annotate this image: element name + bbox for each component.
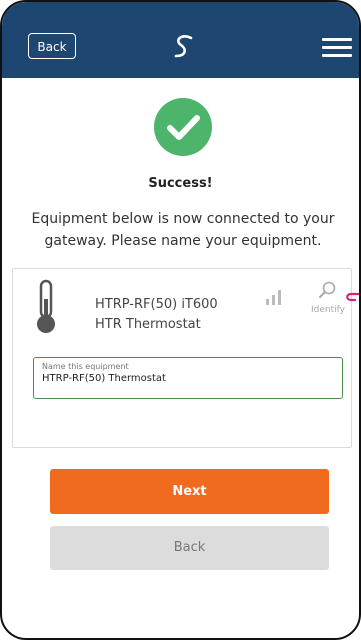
- hamburger-menu-icon[interactable]: [322, 38, 352, 57]
- thermometer-icon: [35, 279, 57, 341]
- app-header: Back: [2, 2, 359, 78]
- checkmark-circle-icon: [154, 98, 212, 156]
- next-button[interactable]: Next: [50, 469, 329, 514]
- equipment-name: HTRP-RF(50) iT600 HTR Thermostat: [95, 295, 218, 335]
- name-field-label: Name this equipment: [42, 362, 129, 371]
- phone-frame: Back Success! Equipment below is now con…: [0, 0, 361, 640]
- equipment-name-field[interactable]: Name this equipment HTRP-RF(50) Thermost…: [33, 357, 343, 399]
- salus-logo-icon: [172, 34, 196, 64]
- equipment-model: HTRP-RF(50) iT600: [95, 297, 218, 312]
- back-button[interactable]: Back: [50, 526, 329, 570]
- equipment-type: HTR Thermostat: [95, 317, 201, 332]
- signal-strength-icon: [266, 289, 284, 309]
- identify-magnifier-icon: [319, 281, 336, 298]
- equipment-card: HTRP-RF(50) iT600 HTR Thermostat Identif…: [12, 268, 352, 448]
- pointer-annotation-icon: [345, 286, 359, 308]
- header-back-button[interactable]: Back: [28, 33, 76, 59]
- success-title: Success!: [148, 176, 213, 191]
- success-message: Equipment below is now connected to your…: [31, 211, 335, 249]
- name-field-value[interactable]: HTRP-RF(50) Thermostat: [42, 372, 334, 386]
